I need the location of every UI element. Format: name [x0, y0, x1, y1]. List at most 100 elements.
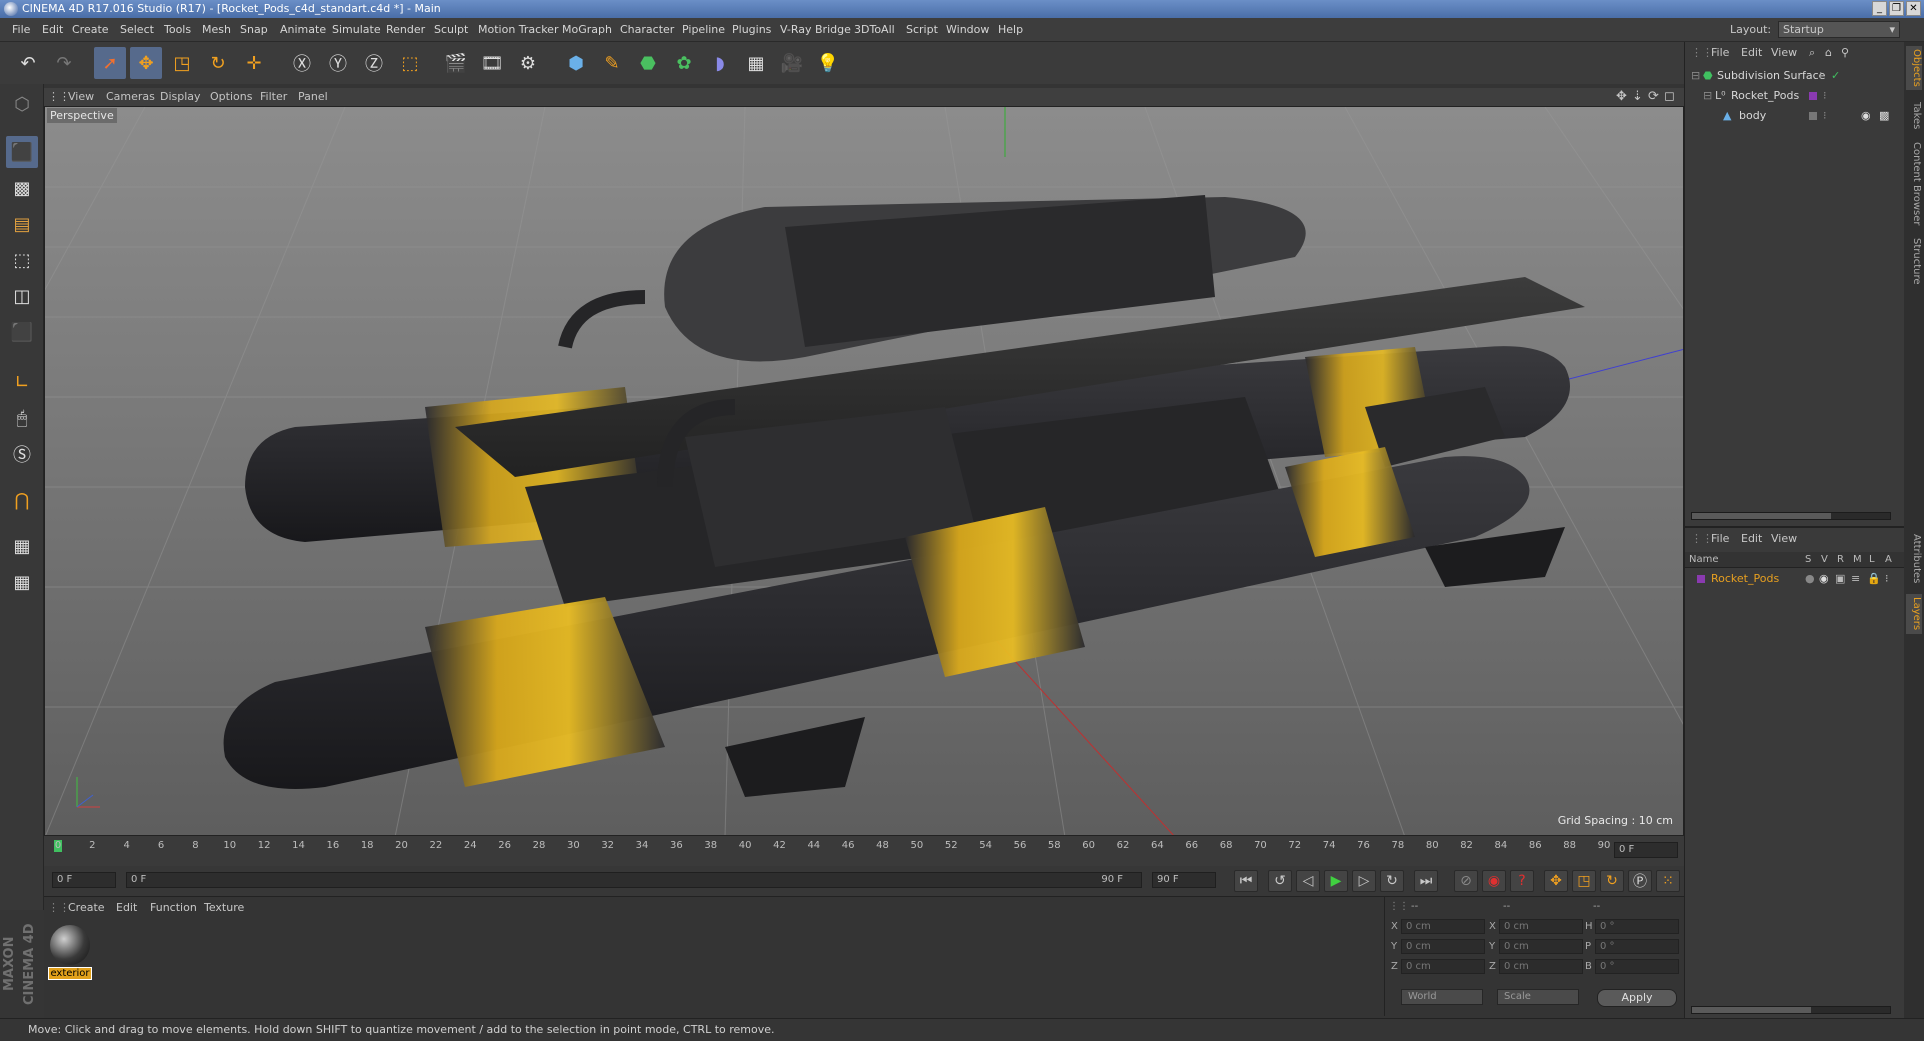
floor-icon[interactable]: ▦ [740, 47, 772, 79]
menu-character[interactable]: Character [620, 18, 674, 42]
menu-file[interactable]: File [12, 18, 30, 42]
light-icon[interactable]: 💡 [812, 47, 844, 79]
menu-mesh[interactable]: Mesh [202, 18, 231, 42]
object-search-icon[interactable]: ⌕ [1809, 46, 1815, 60]
menu-script[interactable]: Script [906, 18, 938, 42]
camera-icon[interactable]: 🎥 [776, 47, 808, 79]
tab-takes[interactable]: Takes [1906, 98, 1922, 134]
keyframe-selection-icon[interactable]: ? [1510, 870, 1534, 892]
key-position-icon[interactable]: ✥ [1544, 870, 1568, 892]
go-to-start-icon[interactable]: ⏮ [1234, 870, 1258, 892]
viewport-move-icon[interactable]: ✥ [1616, 88, 1627, 106]
tab-objects[interactable]: Objects [1906, 46, 1922, 90]
layer-animation-icon[interactable]: ⁝ [1885, 570, 1889, 588]
collapse-icon[interactable]: ⊟ [1691, 66, 1700, 86]
close-button[interactable]: ✕ [1906, 1, 1921, 16]
layer-menu-view[interactable]: View [1771, 532, 1797, 545]
coordinate-system-icon[interactable]: ⬚ [394, 47, 426, 79]
object-menu-file[interactable]: File [1711, 46, 1729, 59]
redo-icon[interactable]: ↷ [48, 47, 80, 79]
key-scale-icon[interactable]: ◳ [1572, 870, 1596, 892]
tab-attributes[interactable]: Attributes [1906, 530, 1922, 588]
position-x-field[interactable]: 0 cm [1401, 919, 1485, 934]
current-frame-field[interactable]: 0 F [1614, 842, 1678, 858]
rotation-p-field[interactable]: 0 ° [1595, 939, 1679, 954]
viewport-maximize-icon[interactable]: ◻ [1664, 88, 1675, 106]
menu-edit[interactable]: Edit [42, 18, 63, 42]
layer-row-rocket-pods[interactable]: Rocket_Pods ● ◉ ▣ ≡ 🔒 ⁝ [1685, 570, 1905, 588]
minimize-button[interactable]: _ [1872, 1, 1887, 16]
menu-window[interactable]: Window [946, 18, 989, 42]
transform-icon[interactable]: ✛ [238, 47, 270, 79]
z-axis-icon[interactable]: Ⓩ [358, 47, 390, 79]
make-editable-icon[interactable]: ⬡ [6, 88, 38, 120]
object-row-subdivision-surface[interactable]: ⊟ ⬣ Subdivision Surface ⁝ ✓ [1685, 66, 1905, 86]
menu-animate[interactable]: Animate [280, 18, 326, 42]
visibility-dots-icon[interactable]: ⁝ [1823, 86, 1827, 106]
material-menu-create[interactable]: Create [68, 901, 105, 914]
next-key-icon[interactable]: ↻ [1380, 870, 1404, 892]
menu-simulate[interactable]: Simulate [332, 18, 381, 42]
menu-render[interactable]: Render [386, 18, 425, 42]
menu-snap[interactable]: Snap [240, 18, 268, 42]
undo-icon[interactable]: ↶ [12, 47, 44, 79]
solo-icon[interactable]: Ⓢ [6, 438, 38, 470]
menu-motion-tracker[interactable]: Motion Tracker [478, 18, 558, 42]
points-mode-icon[interactable]: ⬚ [6, 244, 38, 276]
layer-render-icon[interactable]: ▣ [1835, 570, 1845, 588]
transform-mode-select[interactable]: Scale [1497, 989, 1579, 1005]
y-axis-icon[interactable]: Ⓨ [322, 47, 354, 79]
apply-button[interactable]: Apply [1597, 989, 1677, 1007]
size-y-field[interactable]: 0 cm [1499, 939, 1583, 954]
subdivision-surface-icon[interactable]: ⬣ [632, 47, 664, 79]
workplane-icon[interactable]: ▤ [6, 208, 38, 240]
record-keys-icon[interactable]: ⊘ [1454, 870, 1478, 892]
material-menu-edit[interactable]: Edit [116, 901, 137, 914]
menu-select[interactable]: Select [120, 18, 154, 42]
viewport-zoom-icon[interactable]: ⇣ [1632, 88, 1643, 106]
layer-eye-icon[interactable]: ◉ [1819, 570, 1829, 588]
object-filter-icon[interactable]: ⚲ [1841, 46, 1849, 59]
cube-icon[interactable]: ⬢ [560, 47, 592, 79]
rotate-icon[interactable]: ↻ [202, 47, 234, 79]
layer-color-swatch[interactable] [1697, 575, 1705, 583]
axis-mode-icon[interactable]: ∟ [6, 366, 38, 398]
layer-lock-icon[interactable]: 🔒 [1867, 570, 1881, 588]
position-y-field[interactable]: 0 cm [1401, 939, 1485, 954]
layer-color-swatch[interactable] [1809, 112, 1817, 120]
tab-structure[interactable]: Structure [1906, 234, 1922, 288]
menu-help[interactable]: Help [998, 18, 1023, 42]
layer-menu-edit[interactable]: Edit [1741, 532, 1762, 545]
3d-viewport[interactable]: Perspective Grid Spacing : 10 cm [44, 106, 1684, 836]
layer-solo-icon[interactable]: ● [1805, 570, 1815, 588]
viewport-menu-panel[interactable]: Panel [298, 88, 328, 106]
object-home-icon[interactable]: ⌂ [1825, 46, 1832, 59]
model-mode-icon[interactable]: ⬛ [6, 136, 38, 168]
material-swatch[interactable]: exterior [48, 925, 92, 980]
texture-tag-icon[interactable]: ▩ [1879, 106, 1889, 126]
position-z-field[interactable]: 0 cm [1401, 959, 1485, 974]
size-z-field[interactable]: 0 cm [1499, 959, 1583, 974]
size-x-field[interactable]: 0 cm [1499, 919, 1583, 934]
start-frame-field[interactable]: 0 F [52, 872, 116, 888]
viewport-menu-view[interactable]: View [68, 88, 94, 106]
layout-select[interactable]: Startup ▾ [1778, 21, 1900, 38]
move-icon[interactable]: ✥ [130, 47, 162, 79]
object-horizontal-scrollbar[interactable] [1691, 512, 1891, 520]
tab-content-browser[interactable]: Content Browser [1906, 140, 1922, 228]
end-frame-field[interactable]: 90 F [1152, 872, 1216, 888]
menu-3dtoall[interactable]: 3DToAll [854, 18, 895, 42]
visibility-dots-icon[interactable]: ⁝ [1823, 106, 1827, 126]
key-rotation-icon[interactable]: ↻ [1600, 870, 1624, 892]
key-parameter-icon[interactable]: Ⓟ [1628, 870, 1652, 892]
edges-mode-icon[interactable]: ◫ [6, 280, 38, 312]
render-picture-viewer-icon[interactable]: 🎞 [476, 47, 508, 79]
menu-mograph[interactable]: MoGraph [562, 18, 612, 42]
previous-key-icon[interactable]: ↺ [1268, 870, 1292, 892]
menu-tools[interactable]: Tools [164, 18, 191, 42]
workplane-lock-icon[interactable]: ▦ [6, 530, 38, 562]
autokey-icon[interactable]: ◉ [1482, 870, 1506, 892]
layer-menu-file[interactable]: File [1711, 532, 1729, 545]
render-settings-icon[interactable]: ⚙ [512, 47, 544, 79]
play-icon[interactable]: ▶ [1324, 870, 1348, 892]
